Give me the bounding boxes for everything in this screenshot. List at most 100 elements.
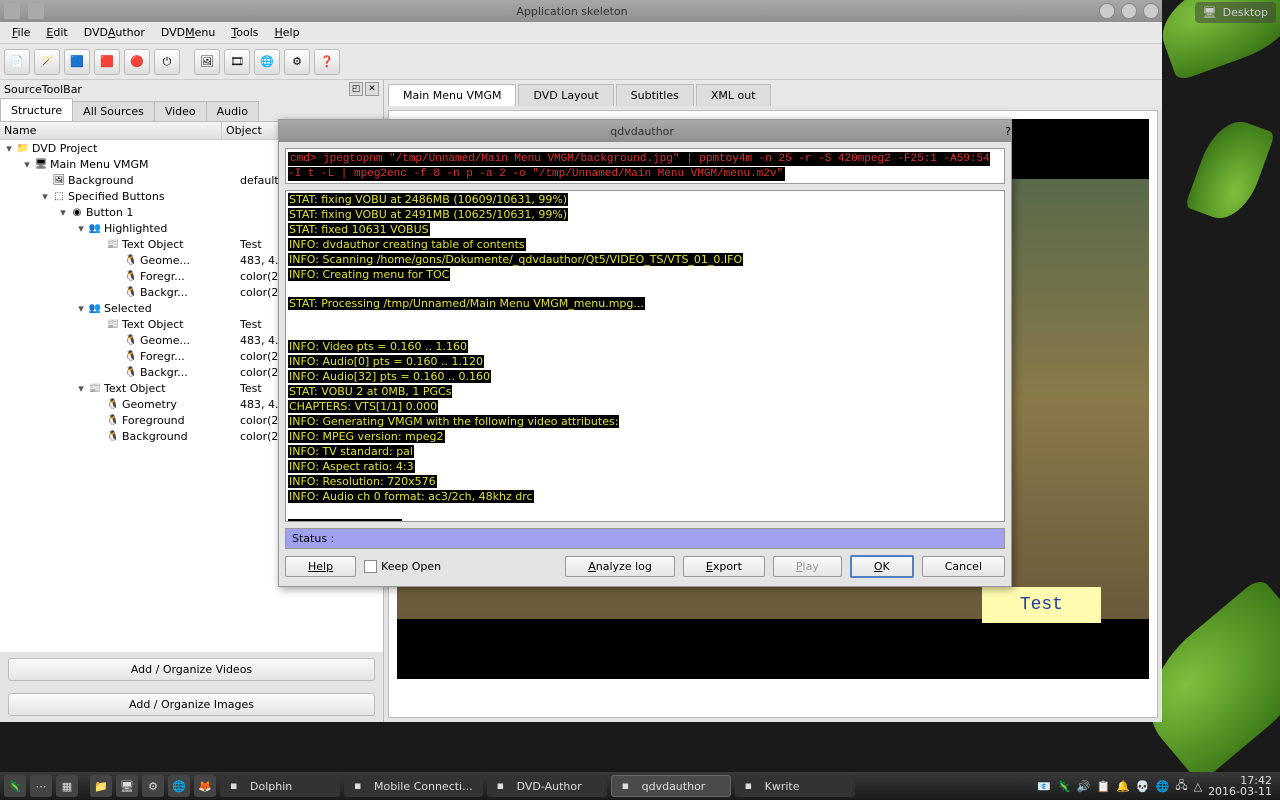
tool-icon[interactable]: 🎞 [224, 49, 250, 75]
wizard-icon[interactable]: 🪄 [34, 49, 60, 75]
log-line: INFO: Scanning /home/gons/Dokumente/_qdv… [288, 253, 1002, 268]
tray-icon[interactable]: 📋 [1097, 780, 1111, 793]
launcher-icon[interactable]: 🌐 [168, 775, 190, 797]
dock-title: SourceToolBar [4, 83, 82, 96]
add-videos-button[interactable]: Add / Organize Videos [8, 658, 375, 681]
log-line: STAT: fixed 10631 VOBUS [288, 223, 1002, 238]
log-line: STAT: fixing VOBU at 2486MB (10609/10631… [288, 193, 1002, 208]
titlebar[interactable]: Application skeleton [0, 0, 1162, 22]
taskbar-app[interactable]: ▪qdvdauthor [611, 775, 731, 797]
desktop-pager[interactable]: 🖥 Desktop [1195, 2, 1276, 23]
tool-icon[interactable]: 🟥 [94, 49, 120, 75]
menu-dvdauthor[interactable]: DVDAuthor [76, 24, 153, 41]
taskbar: 🦎 ⋯ ▦ 📁 🖥 ⚙ 🌐 🦊 ▪Dolphin▪Mobile Connecti… [0, 772, 1280, 800]
sidebar-tab[interactable]: Structure [0, 98, 73, 121]
taskbar-app[interactable]: ▪Mobile Connecti... [344, 775, 483, 797]
tray-icon[interactable]: 📧 [1037, 780, 1051, 793]
log-line: STAT: fixing VOBU at 2491MB (10625/10631… [288, 208, 1002, 223]
log-line: INFO: MPEG version: mpeg2 [288, 430, 1002, 445]
log-line: INFO: Resolution: 720x576 [288, 475, 1002, 490]
log-line: STAT: Processing /tmp/Unnamed/Main Menu … [288, 297, 1002, 312]
ok-button[interactable]: OK [850, 555, 914, 578]
tray-icon[interactable]: 🦎 [1057, 780, 1071, 793]
menu-button-test[interactable]: Test [982, 587, 1101, 623]
log-line [288, 312, 1002, 326]
taskbar-app[interactable]: ▪Dolphin [220, 775, 340, 797]
log-line: CHAPTERS: VTS[1/1] 0.000 [288, 400, 1002, 415]
export-button[interactable]: Export [683, 556, 765, 577]
tray-icon[interactable]: 🔔 [1116, 780, 1130, 793]
close-button[interactable] [1143, 3, 1159, 19]
command-text: cmd> jpegtopnm "/tmp/Unnamed/Main Menu V… [288, 152, 990, 181]
add-images-button[interactable]: Add / Organize Images [8, 693, 375, 716]
main-tab[interactable]: Subtitles [616, 84, 694, 106]
toolbar: 📄 🪄 🟦 🟥 🔴 ⏻ 🖼 🎞 🌐 ⚙ ❓ [0, 44, 1162, 80]
tray-icon[interactable]: 🌐 [1156, 780, 1170, 793]
pager[interactable]: ▦ [56, 775, 78, 797]
menu-file[interactable]: File [4, 24, 38, 41]
tree-col-name[interactable]: Name [0, 122, 222, 139]
help-button[interactable]: Help [285, 556, 356, 577]
log-output[interactable]: STAT: fixing VOBU at 2486MB (10609/10631… [285, 190, 1005, 522]
dock-float-button[interactable]: ◰ [349, 82, 363, 96]
minimize-button[interactable] [1099, 3, 1115, 19]
log-line: INFO: Video pts = 0.160 .. 1.160 [288, 340, 1002, 355]
log-line: INFO: dvdauthor creating table of conten… [288, 238, 1002, 253]
dialog-title: qdvdauthor [279, 125, 1005, 138]
tray-icon[interactable]: △ [1194, 780, 1202, 793]
app-launcher[interactable]: 🦎 [4, 775, 26, 797]
analyze-log-button[interactable]: Analyze log [565, 556, 675, 577]
monitor-icon: 🖥 [1203, 6, 1217, 19]
maximize-button[interactable] [1121, 3, 1137, 19]
cancel-button[interactable]: Cancel [922, 556, 1005, 577]
main-tab[interactable]: XML out [696, 84, 771, 106]
menu-dvdmenu[interactable]: DVDMenu [153, 24, 224, 41]
tray-icon[interactable]: 🔊 [1077, 780, 1091, 793]
help-button[interactable]: ? [1005, 125, 1011, 138]
status-bar: Status : [285, 528, 1005, 549]
log-line: STAT: VOBU 2 at 0MB, 1 PGCs [288, 385, 1002, 400]
log-line: INFO: Aspect ratio: 4:3 [288, 460, 1002, 475]
dialog-titlebar[interactable]: qdvdauthor ? [279, 120, 1011, 142]
tool-icon[interactable]: ❓ [314, 49, 340, 75]
sidebar-tab[interactable]: Audio [206, 101, 259, 121]
app-icon [4, 3, 20, 19]
menu-help[interactable]: Help [266, 24, 307, 41]
clock[interactable]: 17:42 2016-03-11 [1208, 775, 1276, 797]
menu-tools[interactable]: Tools [223, 24, 266, 41]
tool-icon[interactable]: 🟦 [64, 49, 90, 75]
keep-open-checkbox[interactable]: Keep Open [364, 560, 441, 573]
tool-icon[interactable]: 🌐 [254, 49, 280, 75]
play-button[interactable]: Play [773, 556, 842, 577]
tray-icon[interactable]: 💀 [1136, 780, 1150, 793]
sidebar-tab[interactable]: All Sources [72, 101, 155, 121]
pin-icon[interactable] [28, 3, 44, 19]
dock-close-button[interactable]: ✕ [365, 82, 379, 96]
main-tab[interactable]: DVD Layout [518, 84, 613, 106]
menu-edit[interactable]: Edit [38, 24, 75, 41]
launcher-icon[interactable]: 🖥 [116, 775, 138, 797]
new-icon[interactable]: 📄 [4, 49, 30, 75]
wallpaper-leaf [1185, 113, 1276, 227]
tool-icon[interactable]: 🖼 [194, 49, 220, 75]
tool-icon[interactable]: ⚙ [284, 49, 310, 75]
tool-icon[interactable]: 🔴 [124, 49, 150, 75]
system-tray: 📧 🦎 🔊 📋 🔔 💀 🌐 🖧 △ 17:42 2016-03-11 [1037, 775, 1276, 797]
launcher-icon[interactable]: 📁 [90, 775, 112, 797]
main-tab[interactable]: Main Menu VMGM [388, 84, 516, 106]
menubar: File Edit DVDAuthor DVDMenu Tools Help [0, 22, 1162, 44]
command-box[interactable]: cmd> jpegtopnm "/tmp/Unnamed/Main Menu V… [285, 148, 1005, 184]
taskbar-app[interactable]: ▪Kwrite [735, 775, 855, 797]
firefox-icon[interactable]: 🦊 [194, 775, 216, 797]
log-line: INFO: Audio[0] pts = 0.160 .. 1.120 [288, 355, 1002, 370]
log-line [288, 283, 1002, 297]
log-line: INFO: Audio[32] pts = 0.160 .. 0.160 [288, 370, 1002, 385]
taskbar-app[interactable]: ▪DVD-Author [487, 775, 607, 797]
tray-icon[interactable]: 🖧 [1175, 777, 1187, 796]
sidebar-tab[interactable]: Video [154, 101, 207, 121]
power-icon[interactable]: ⏻ [154, 49, 180, 75]
activity-button[interactable]: ⋯ [30, 775, 52, 797]
log-line [288, 505, 1002, 519]
launcher-icon[interactable]: ⚙ [142, 775, 164, 797]
window-title: Application skeleton [48, 5, 1096, 18]
